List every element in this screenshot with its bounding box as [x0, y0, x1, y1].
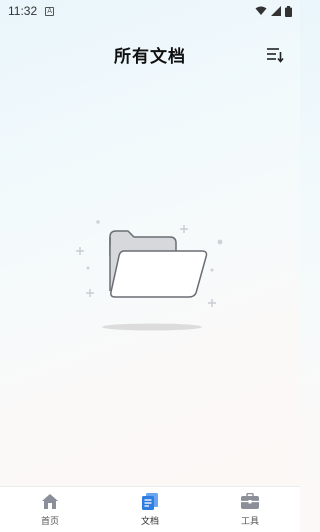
status-icons	[255, 5, 292, 17]
bottom-tab-bar: 首页 文档 工具	[0, 486, 300, 532]
toolbox-icon	[240, 493, 260, 511]
tab-tools[interactable]: 工具	[200, 487, 300, 532]
header: 所有文档	[0, 38, 300, 70]
page-title: 所有文档	[114, 46, 186, 67]
tab-tools-label: 工具	[240, 516, 259, 527]
sort-button[interactable]	[264, 44, 286, 66]
tab-home[interactable]: 首页	[0, 487, 100, 532]
empty-state-illustration	[70, 215, 230, 335]
battery-icon	[285, 5, 292, 17]
wifi-icon	[255, 6, 267, 15]
notification-a-icon: A	[45, 6, 55, 16]
sort-icon	[267, 48, 284, 63]
status-time: 11:32	[8, 4, 38, 18]
tab-documents-label: 文档	[140, 516, 159, 527]
documents-icon	[140, 493, 160, 511]
open-folder-icon	[76, 220, 223, 331]
tab-documents[interactable]: 文档	[100, 487, 200, 532]
tab-home-label: 首页	[40, 516, 59, 527]
home-icon	[40, 493, 60, 511]
signal-icon	[271, 6, 281, 16]
status-bar: 11:32 A	[0, 0, 300, 22]
